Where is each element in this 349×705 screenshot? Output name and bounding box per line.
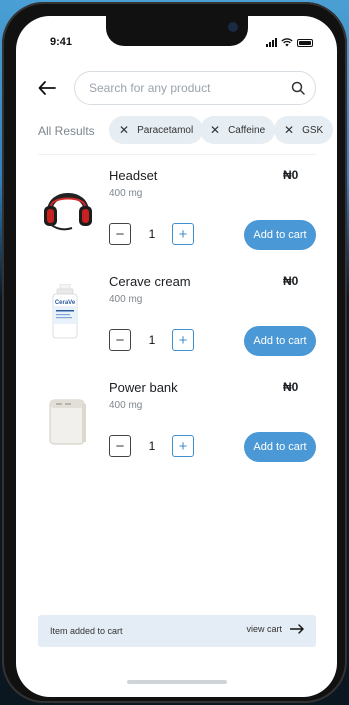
- status-icons: [266, 38, 313, 47]
- minus-icon: −: [115, 437, 125, 455]
- quantity-value: 1: [148, 333, 156, 347]
- close-icon[interactable]: ✕: [210, 123, 220, 137]
- filter-chip-paracetamol[interactable]: ✕ Paracetamol: [109, 116, 204, 144]
- svg-text:CeraVe: CeraVe: [55, 300, 76, 306]
- product-item-headset: Headset 400 mg ₦0 − 1 + Add to cart: [16, 168, 337, 274]
- product-item-power-bank: Power bank 400 mg ₦0 − 1 + Add to cart: [16, 380, 337, 486]
- minus-icon: −: [115, 225, 125, 243]
- add-to-cart-button[interactable]: Add to cart: [244, 432, 316, 462]
- view-cart-link[interactable]: view cart: [246, 624, 304, 634]
- chip-label: GSK: [302, 124, 324, 136]
- product-price: ₦0: [283, 168, 299, 182]
- close-icon[interactable]: ✕: [119, 123, 129, 137]
- signal-icon: [266, 38, 277, 47]
- toast-message: Item added to cart: [50, 626, 123, 636]
- divider: [38, 154, 316, 155]
- product-name: Power bank: [109, 380, 178, 395]
- battery-icon: [297, 38, 313, 47]
- add-to-cart-button[interactable]: Add to cart: [244, 220, 316, 250]
- chip-label: Paracetamol: [137, 124, 194, 136]
- search-header: [16, 68, 337, 108]
- quantity-value: 1: [148, 439, 156, 453]
- power-bank-image: [49, 399, 86, 445]
- product-item-cerave-cream: CeraVe Cerave cream 400 mg ₦0 − 1 + Add …: [16, 274, 337, 380]
- view-cart-label: view cart: [246, 624, 282, 634]
- search-bar[interactable]: [74, 71, 316, 105]
- wifi-icon: [281, 38, 293, 47]
- product-price: ₦0: [283, 274, 299, 288]
- chip-label: Caffeine: [228, 124, 266, 136]
- decrement-button[interactable]: −: [109, 435, 131, 457]
- cerave-cream-image: CeraVe: [52, 284, 78, 339]
- product-dose: 400 mg: [109, 400, 143, 411]
- minus-icon: −: [115, 331, 125, 349]
- close-icon[interactable]: ✕: [284, 123, 294, 137]
- product-name: Cerave cream: [109, 274, 191, 289]
- status-bar: 9:41: [16, 16, 337, 56]
- quantity-value: 1: [148, 227, 156, 241]
- decrement-button[interactable]: −: [109, 223, 131, 245]
- search-icon[interactable]: [291, 81, 305, 95]
- plus-icon: +: [178, 225, 188, 243]
- app-screen: 9:41 Search for any product All Results …: [16, 16, 337, 697]
- arrow-right-icon: [290, 624, 304, 634]
- filter-chip-caffeine[interactable]: ✕ Caffeine: [200, 116, 276, 144]
- phone-frame: 9:41 Search for any product All Results …: [2, 2, 347, 703]
- product-dose: 400 mg: [109, 294, 143, 305]
- headset-image: [44, 193, 92, 231]
- filter-chip-gsk[interactable]: ✕ GSK: [274, 116, 334, 144]
- search-input[interactable]: [89, 72, 279, 104]
- home-indicator: [127, 680, 227, 684]
- product-name: Headset: [109, 168, 158, 183]
- all-results-label[interactable]: All Results: [38, 124, 95, 138]
- add-to-cart-button[interactable]: Add to cart: [244, 326, 316, 356]
- increment-button[interactable]: +: [172, 223, 194, 245]
- product-price: ₦0: [283, 380, 299, 394]
- plus-icon: +: [178, 331, 188, 349]
- cart-toast: Item added to cart view cart: [38, 615, 316, 647]
- increment-button[interactable]: +: [172, 329, 194, 351]
- product-dose: 400 mg: [109, 188, 143, 199]
- back-arrow-icon[interactable]: [38, 80, 56, 96]
- increment-button[interactable]: +: [172, 435, 194, 457]
- status-time: 9:41: [50, 36, 73, 48]
- filter-bar: All Results ✕ Paracetamol ✕ Caffeine ✕ G…: [16, 116, 337, 146]
- plus-icon: +: [178, 437, 188, 455]
- decrement-button[interactable]: −: [109, 329, 131, 351]
